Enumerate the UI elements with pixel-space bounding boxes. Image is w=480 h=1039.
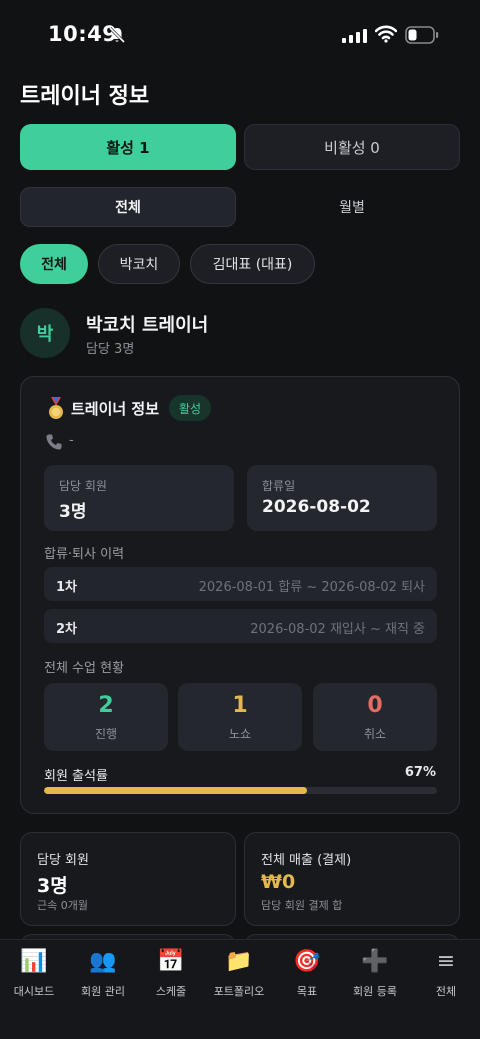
history-row: 1차 2026-08-01 합류 ~ 2026-08-02 퇴사 [44,567,437,601]
class-status-label: 전체 수업 현황 [44,661,125,676]
nav-dashboard[interactable]: 📊 대시보드 [8,948,60,1008]
history-label: 합류·퇴사 이력 [44,547,125,562]
summary-value: 3명 [37,875,68,897]
nav-label: 전체 [435,985,457,998]
nav-label: 포트폴리오 [213,985,265,998]
folder-icon: 📁 [225,949,253,974]
summary-label: 전체 매출 (결제) [261,853,352,868]
stat-value: 1 [232,693,248,718]
status-badge: 활성 [169,395,212,421]
stat-value: 2 [98,693,114,718]
nav-member-management[interactable]: 👥 회원 관리 [76,948,130,1008]
target-icon: 🎯 [293,949,321,974]
status-time: 10:49 [48,22,118,46]
chip-trainer-kim[interactable]: 김대표 (대표) [190,244,315,284]
tab-active-trainers[interactable]: 활성 1 [20,124,236,170]
cellular-signal-icon [342,29,367,43]
tab-period-all[interactable]: 전체 [20,187,236,227]
calendar-icon: 📅 [157,949,185,974]
summary-sub: 근속 0개월 [37,899,88,912]
assigned-members-value: 3명 [59,502,87,522]
join-date-label: 합류일 [262,479,296,493]
card-title: 트레이너 정보 [71,400,160,418]
battery-icon [405,26,439,44]
history-order: 2차 [56,622,78,637]
nav-schedule[interactable]: 📅 스케줄 [146,948,196,1008]
summary-card-revenue[interactable]: 전체 매출 (결제) ₩0 담당 회원 결제 합 [244,832,460,926]
nav-all-menu[interactable]: ≡ 전체 [426,948,466,1008]
trainer-info-card: 트레이너 정보 활성 - 담당 회원 3명 합류일 2026-08-02 합류·… [20,376,460,814]
attendance-label: 회원 출석률 [44,769,108,784]
phone-icon [46,434,62,450]
stat-label: 취소 [363,727,387,741]
join-date-box: 합류일 2026-08-02 [247,465,437,531]
nav-member-register[interactable]: ➕ 회원 등록 [348,948,402,1008]
status-bar: 10:49 [0,0,480,70]
stat-value: 0 [367,693,383,718]
summary-value: ₩0 [261,871,296,893]
nav-label: 회원 관리 [81,985,125,998]
nav-label: 스케줄 [155,985,187,998]
wifi-icon [375,25,397,43]
stat-label: 노쇼 [228,727,252,741]
medal-icon [49,397,63,419]
tab-period-monthly[interactable]: 월별 [244,187,460,227]
nav-label: 회원 등록 [353,985,397,998]
stat-label: 진행 [94,727,118,741]
assigned-members-label: 담당 회원 [59,479,107,493]
join-date-value: 2026-08-02 [262,497,371,517]
nav-label: 대시보드 [13,985,55,998]
history-order: 1차 [56,580,78,595]
stat-in-progress: 2 진행 [44,683,168,751]
summary-sub: 담당 회원 결제 합 [261,899,343,912]
history-period: 2026-08-01 합류 ~ 2026-08-02 퇴사 [198,580,425,595]
page-title: 트레이너 정보 [20,84,150,109]
nav-label: 목표 [296,985,318,998]
nav-portfolio[interactable]: 📁 포트폴리오 [208,948,270,1008]
chip-trainer-park[interactable]: 박코치 [98,244,180,284]
chip-all-trainers[interactable]: 전체 [20,244,88,284]
history-period: 2026-08-02 재입사 ~ 재직 중 [250,622,425,637]
stat-no-show: 1 노쇼 [178,683,302,751]
history-row: 2차 2026-08-02 재입사 ~ 재직 중 [44,609,437,643]
trainer-name: 박코치 트레이너 [86,315,209,336]
phone-number: - [69,433,74,448]
trainer-member-count: 담당 3명 [86,342,135,357]
bell-muted-icon [108,26,126,44]
plus-icon: ➕ [361,949,389,974]
chart-icon: 📊 [20,949,48,974]
members-icon: 👥 [89,949,117,974]
attendance-progress-fill [44,787,308,794]
summary-label: 담당 회원 [37,853,89,868]
stat-cancelled: 0 취소 [313,683,437,751]
assigned-members-box: 담당 회원 3명 [44,465,234,531]
nav-goals[interactable]: 🎯 목표 [286,948,328,1008]
summary-card-members[interactable]: 담당 회원 3명 근속 0개월 [20,832,236,926]
bottom-nav: 📊 대시보드 👥 회원 관리 📅 스케줄 📁 포트폴리오 🎯 목표 ➕ 회원 등… [0,939,480,1039]
tab-inactive-trainers[interactable]: 비활성 0 [244,124,460,170]
attendance-value: 67% [404,765,436,780]
avatar: 박 [20,308,70,358]
attendance-progress-bar [44,787,437,794]
menu-icon: ≡ [436,949,456,974]
